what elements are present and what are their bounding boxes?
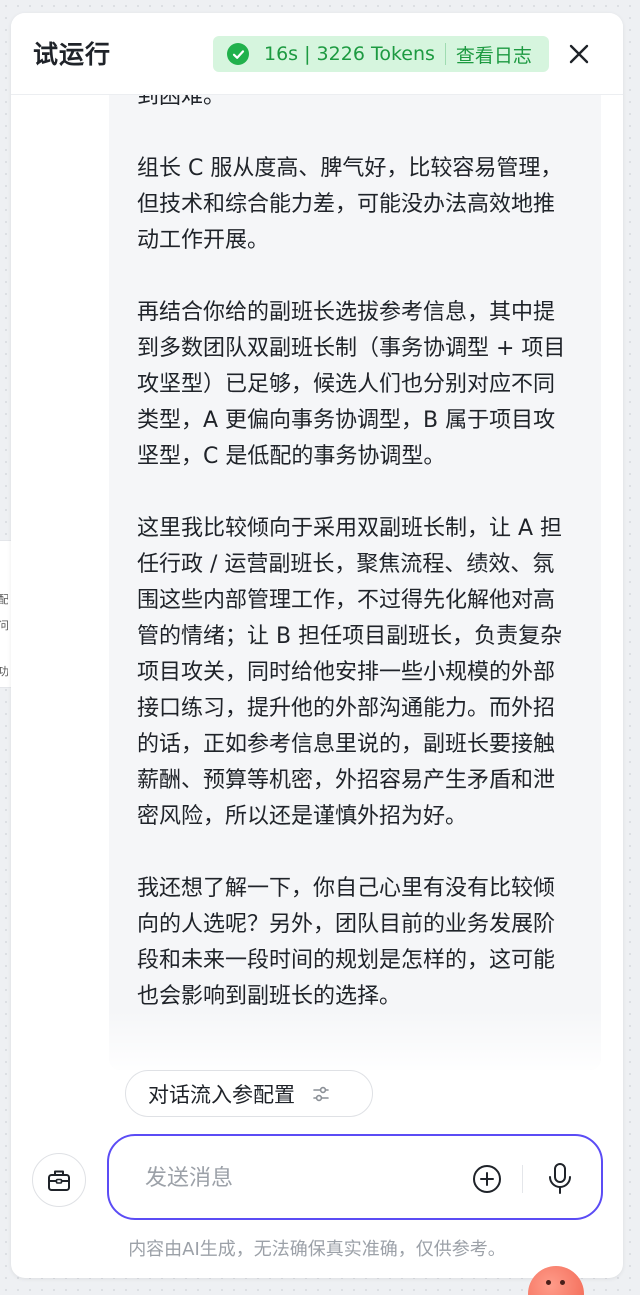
run-status-badge: 16s | 3226 Tokens 查看日志 (213, 36, 549, 72)
check-circle-icon (227, 43, 249, 65)
message-paragraph: 到困难。 (137, 95, 226, 109)
toolbox-icon (48, 1170, 70, 1191)
message-paragraph: 我还想了解一下，你自己心里有没有比较倾向的人选呢？另外，团队目前的业务发展阶段和… (137, 876, 556, 1009)
assistant-message-text: 到困难。 组长 C 服从度高、脾气好，比较容易管理，但技术和综合能力差，可能没办… (137, 95, 573, 1051)
ai-disclaimer: 内容由AI生成，无法确保真实准确，仅供参考。 (128, 1239, 506, 1260)
run-status-text: 16s | 3226 Tokens (264, 43, 435, 65)
panel-title: 试运行 (33, 40, 112, 69)
side-fragment-text: 问 (0, 619, 8, 632)
scroll-fade-overlay (109, 1010, 601, 1070)
close-icon[interactable] (565, 40, 593, 68)
message-input-box (107, 1134, 603, 1220)
dialog-flow-input-config-button[interactable]: 对话流入参配置 (125, 1070, 373, 1117)
status-divider (444, 43, 446, 65)
assistant-message-bubble: 到困难。 组长 C 服从度高、脾气好，比较容易管理，但技术和综合能力差，可能没办… (109, 95, 601, 1070)
input-divider (522, 1165, 523, 1193)
message-input[interactable] (145, 1160, 445, 1196)
side-fragment-text: 配 (0, 593, 8, 606)
microphone-icon[interactable] (545, 1161, 575, 1197)
test-run-panel: 试运行 16s | 3226 Tokens 查看日志 到困难。 组长 C 服从度… (11, 13, 623, 1278)
panel-header: 试运行 16s | 3226 Tokens 查看日志 (11, 13, 623, 95)
view-log-link[interactable]: 查看日志 (456, 41, 532, 68)
toolbox-button[interactable] (32, 1153, 86, 1207)
message-paragraph: 组长 C 服从度高、脾气好，比较容易管理，但技术和综合能力差，可能没办法高效地推… (137, 156, 563, 253)
message-paragraph: 再结合你给的副班长选拔参考信息，其中提到多数团队双副班长制（事务协调型 + 项目… (137, 300, 566, 469)
add-circle-icon[interactable] (471, 1163, 503, 1195)
sliders-icon (313, 1086, 329, 1101)
config-chip-label: 对话流入参配置 (148, 1082, 295, 1107)
message-paragraph: 这里我比较倾向于采用双副班长制，让 A 担任行政 / 运营副班长，聚焦流程、绩效… (137, 516, 563, 829)
side-fragment-text: 功 (0, 665, 8, 678)
